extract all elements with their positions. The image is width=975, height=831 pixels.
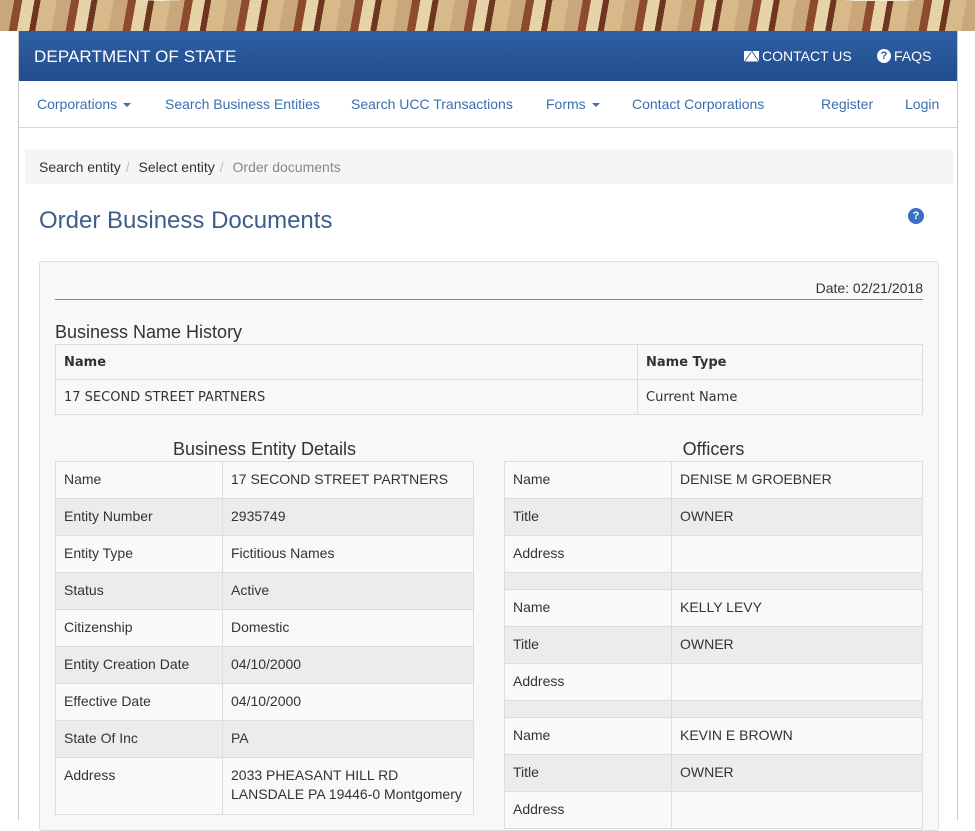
entity-details-table: Name 17 SECOND STREET PARTNERS Entity Num… bbox=[55, 461, 474, 815]
table-row: Entity Type Fictitious Names bbox=[55, 535, 474, 573]
officer-address-label: Address bbox=[504, 663, 672, 701]
officer-name-value: KEVIN E BROWN bbox=[671, 717, 923, 755]
officer-title-label: Title bbox=[504, 754, 672, 792]
history-name-cell: 17 SECOND STREET PARTNERS bbox=[55, 379, 638, 415]
detail-label: Entity Creation Date bbox=[55, 646, 223, 684]
table-row: State Of Inc PA bbox=[55, 720, 474, 758]
officer-address-label: Address bbox=[504, 791, 672, 829]
entity-card: Date: 02/21/2018 Business Name History N… bbox=[39, 261, 939, 831]
table-row: Name 17 SECOND STREET PARTNERS bbox=[55, 461, 474, 499]
officer-address-value bbox=[671, 535, 923, 573]
nav-contact-corporations[interactable]: Contact Corporations bbox=[632, 96, 764, 112]
nav-corporations-label: Corporations bbox=[37, 96, 118, 112]
faqs-link[interactable]: ? FAQS bbox=[877, 48, 931, 64]
detail-address-value: 2033 PHEASANT HILL RD LANSDALE PA 19446-… bbox=[222, 757, 474, 815]
decorative-banner bbox=[0, 0, 975, 31]
contact-us-link[interactable]: CONTACT US bbox=[744, 48, 852, 64]
column-header-name-type: Name Type bbox=[637, 344, 923, 380]
officer-name-label: Name bbox=[504, 589, 672, 627]
help-icon[interactable]: ? bbox=[908, 208, 924, 224]
breadcrumb-order-documents: Order documents bbox=[232, 159, 341, 175]
detail-label: Entity Type bbox=[55, 535, 223, 573]
officer-name-label: Name bbox=[504, 461, 672, 499]
history-type-cell: Current Name bbox=[637, 379, 923, 415]
faqs-label: FAQS bbox=[894, 48, 932, 64]
detail-value: Active bbox=[222, 572, 474, 610]
table-row-spacer bbox=[504, 572, 923, 590]
page-title: Order Business Documents bbox=[39, 207, 333, 234]
column-header-name: Name bbox=[55, 344, 638, 380]
main-nav: Corporations Search Business Entities Se… bbox=[19, 81, 957, 128]
detail-value: 04/10/2000 bbox=[222, 683, 474, 721]
nav-forms-label: Forms bbox=[546, 96, 586, 112]
table-row: Effective Date 04/10/2000 bbox=[55, 683, 474, 721]
table-row-spacer bbox=[504, 700, 923, 718]
table-row: Name DENISE M GROEBNER bbox=[504, 461, 923, 499]
table-row: Citizenship Domestic bbox=[55, 609, 474, 647]
table-row: Title OWNER bbox=[504, 754, 923, 792]
caret-down-icon bbox=[591, 103, 600, 108]
page-container: DEPARTMENT OF STATE CONTACT US ? FAQS Co… bbox=[18, 31, 958, 831]
officer-name-value: KELLY LEVY bbox=[671, 589, 923, 627]
officer-address-label: Address bbox=[504, 535, 672, 573]
nav-login[interactable]: Login bbox=[905, 96, 939, 112]
officer-name-label: Name bbox=[504, 717, 672, 755]
caret-down-icon bbox=[123, 103, 132, 108]
officer-title-value: OWNER bbox=[671, 754, 923, 792]
officers-heading: Officers bbox=[682, 439, 745, 459]
officer-title-value: OWNER bbox=[671, 626, 923, 664]
site-header: DEPARTMENT OF STATE CONTACT US ? FAQS bbox=[19, 31, 957, 81]
table-row: Entity Creation Date 04/10/2000 bbox=[55, 646, 474, 684]
officer-address-value bbox=[671, 663, 923, 701]
detail-label: Entity Number bbox=[55, 498, 223, 536]
table-row: Address 2033 PHEASANT HILL RD LANSDALE P… bbox=[55, 757, 474, 815]
nav-forms[interactable]: Forms bbox=[546, 96, 600, 112]
name-history-table: Name Name Type 17 SECOND STREET PARTNERS… bbox=[55, 344, 923, 415]
detail-value: Fictitious Names bbox=[222, 535, 474, 573]
nav-register[interactable]: Register bbox=[821, 96, 873, 112]
table-row: Address bbox=[504, 791, 923, 829]
address-line-1: 2033 PHEASANT HILL RD bbox=[231, 767, 399, 783]
detail-label: Address bbox=[55, 757, 223, 815]
table-row: 17 SECOND STREET PARTNERS Current Name bbox=[55, 379, 923, 415]
officers-table: Name DENISE M GROEBNER Title OWNER Address… bbox=[504, 461, 923, 829]
officer-title-value: OWNER bbox=[671, 498, 923, 536]
nav-search-ucc-transactions[interactable]: Search UCC Transactions bbox=[351, 96, 513, 112]
table-row: Address bbox=[504, 663, 923, 701]
detail-value: 04/10/2000 bbox=[222, 646, 474, 684]
envelope-icon bbox=[744, 50, 759, 62]
nav-corporations[interactable]: Corporations bbox=[37, 96, 132, 112]
breadcrumb-search-entity[interactable]: Search entity bbox=[39, 159, 121, 175]
detail-label: Status bbox=[55, 572, 223, 610]
name-history-heading: Business Name History bbox=[55, 322, 243, 342]
contact-us-label: CONTACT US bbox=[762, 48, 852, 64]
detail-label: Effective Date bbox=[55, 683, 223, 721]
address-line-2: LANSDALE PA 19446-0 Montgomery bbox=[231, 786, 462, 802]
entity-details-heading: Business Entity Details bbox=[172, 439, 357, 459]
officer-name-value: DENISE M GROEBNER bbox=[671, 461, 923, 499]
officer-title-label: Title bbox=[504, 498, 672, 536]
table-row: Title OWNER bbox=[504, 626, 923, 664]
breadcrumb: Search entity / Select entity / Order docu… bbox=[25, 149, 953, 184]
table-row: Name KELLY LEVY bbox=[504, 589, 923, 627]
table-row: Status Active bbox=[55, 572, 474, 610]
detail-value: 2935749 bbox=[222, 498, 474, 536]
detail-value: Domestic bbox=[222, 609, 474, 647]
detail-value: PA bbox=[222, 720, 474, 758]
brand-title[interactable]: DEPARTMENT OF STATE bbox=[34, 47, 236, 67]
officer-title-label: Title bbox=[504, 626, 672, 664]
detail-label: Citizenship bbox=[55, 609, 223, 647]
table-row: Address bbox=[504, 535, 923, 573]
detail-label: State Of Inc bbox=[55, 720, 223, 758]
table-row: Name KEVIN E BROWN bbox=[504, 717, 923, 755]
officer-address-value bbox=[671, 791, 923, 829]
detail-label: Name bbox=[55, 461, 223, 499]
detail-value: 17 SECOND STREET PARTNERS bbox=[222, 461, 474, 499]
table-row: Title OWNER bbox=[504, 498, 923, 536]
document-date: Date: 02/21/2018 bbox=[55, 280, 923, 300]
question-circle-icon: ? bbox=[877, 49, 891, 63]
nav-search-business-entities[interactable]: Search Business Entities bbox=[165, 96, 320, 112]
table-row: Entity Number 2935749 bbox=[55, 498, 474, 536]
breadcrumb-select-entity[interactable]: Select entity bbox=[139, 159, 215, 175]
